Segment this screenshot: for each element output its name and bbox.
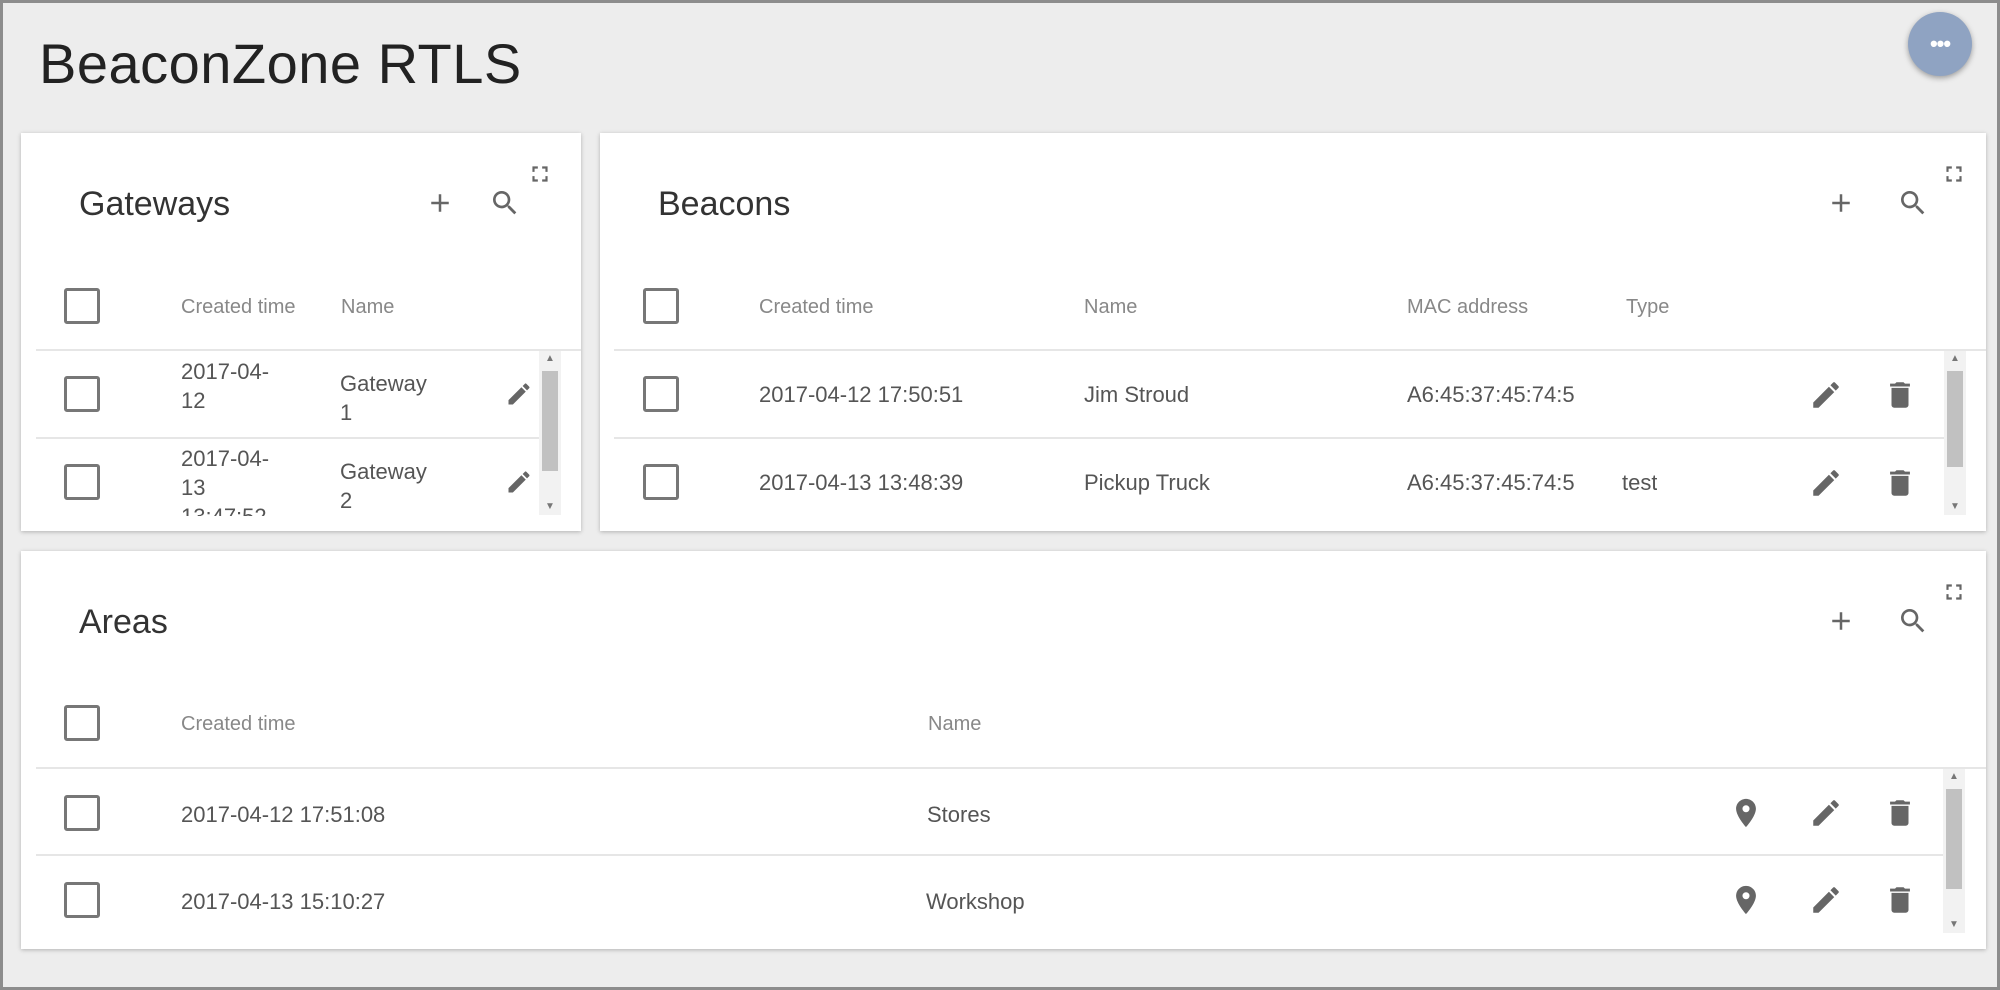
gateways-row-name: Gateway 1 (340, 371, 427, 425)
beacons-row-name: Jim Stroud (1084, 382, 1190, 407)
beacons-fullscreen-button[interactable] (1939, 159, 1969, 189)
beacons-header-mac[interactable]: MAC address (1407, 296, 1528, 319)
areas-scrollbar[interactable]: ▲ ▼ (1943, 769, 1965, 933)
gateways-row-checkbox[interactable] (64, 464, 100, 500)
beacons-row-name: Pickup Truck (1084, 470, 1210, 495)
pencil-icon[interactable] (505, 465, 533, 499)
gateways-header-created[interactable]: Created time (181, 296, 297, 319)
pencil-icon[interactable] (1809, 465, 1843, 501)
fullscreen-icon (1946, 584, 1962, 600)
plus-icon (431, 194, 449, 212)
gateways-select-all-checkbox[interactable] (64, 288, 100, 324)
fullscreen-icon (1946, 166, 1962, 182)
trash-icon[interactable] (1883, 375, 1917, 415)
beacons-select-all-checkbox[interactable] (643, 288, 679, 324)
fullscreen-icon (532, 166, 548, 182)
areas-add-button[interactable] (1819, 599, 1863, 643)
beacons-header-name[interactable]: Name (1084, 296, 1137, 319)
beacons-row-type: test (1622, 470, 1658, 495)
beacons-title: Beacons (658, 185, 791, 223)
pencil-icon[interactable] (1809, 882, 1843, 918)
areas-fullscreen-button[interactable] (1939, 577, 1969, 607)
map-pin-icon[interactable] (1729, 795, 1763, 831)
more-menu-button[interactable]: ••• (1908, 12, 1972, 76)
areas-row-name: Workshop (926, 889, 1025, 914)
trash-icon[interactable] (1883, 793, 1917, 833)
beacons-row-created: 2017-04-12 17:50:51 (759, 382, 964, 407)
gateways-row-created: 2017-04-12 17:49:36 (181, 359, 270, 413)
gateways-card: Gateways Created time Name 2017-04-12 17… (21, 133, 581, 531)
beacons-header-type[interactable]: Type (1626, 296, 1669, 319)
gateways-add-button[interactable] (418, 181, 462, 225)
plus-icon (1832, 612, 1850, 630)
search-icon (1901, 191, 1925, 215)
beacons-header-created[interactable]: Created time (759, 296, 874, 319)
beacons-add-button[interactable] (1819, 181, 1863, 225)
beacons-row-mac: A6:45:37:45:74:5 (1407, 470, 1575, 495)
gateways-title: Gateways (79, 185, 231, 223)
search-icon (1901, 609, 1925, 633)
beacons-search-button[interactable] (1891, 181, 1935, 225)
search-icon (493, 191, 517, 215)
areas-card: Areas Created time Name 2017-04-12 17:51… (21, 551, 1986, 949)
gateways-scrollbar[interactable]: ▲ ▼ (539, 351, 561, 515)
pencil-icon[interactable] (505, 377, 533, 411)
gateways-row-name: Gateway 2 (340, 459, 427, 513)
areas-header-created[interactable]: Created time (181, 713, 296, 736)
trash-icon[interactable] (1883, 463, 1917, 503)
gateways-header-name[interactable]: Name (341, 296, 394, 319)
areas-header-name[interactable]: Name (928, 713, 981, 736)
areas-row-created: 2017-04-12 17:51:08 (181, 802, 386, 827)
map-pin-icon[interactable] (1729, 882, 1763, 918)
pencil-icon[interactable] (1809, 795, 1843, 831)
areas-title: Areas (79, 603, 168, 641)
areas-search-button[interactable] (1891, 599, 1935, 643)
gateways-search-button[interactable] (483, 181, 527, 225)
beacons-row-checkbox[interactable] (643, 464, 679, 500)
pencil-icon[interactable] (1809, 377, 1843, 413)
plus-icon (1832, 194, 1850, 212)
areas-row-checkbox[interactable] (64, 882, 100, 918)
beacons-row-checkbox[interactable] (643, 376, 679, 412)
beacons-row-created: 2017-04-13 13:48:39 (759, 470, 964, 495)
page-title: BeaconZone RTLS (39, 32, 522, 95)
gateways-fullscreen-button[interactable] (525, 159, 555, 189)
more-horiz-icon: ••• (1929, 31, 1951, 56)
gateways-row-created: 2017-04-13 13:47:52 (181, 446, 270, 516)
beacons-scrollbar[interactable]: ▲ ▼ (1944, 351, 1966, 515)
areas-row-name: Stores (927, 802, 991, 827)
beacons-card: Beacons Created time Name MAC address Ty… (600, 133, 1986, 531)
areas-select-all-checkbox[interactable] (64, 705, 100, 741)
gateways-row-checkbox[interactable] (64, 376, 100, 412)
beacons-row-mac: A6:45:37:45:74:5 (1407, 382, 1575, 407)
trash-icon[interactable] (1883, 880, 1917, 920)
areas-row-created: 2017-04-13 15:10:27 (181, 889, 386, 914)
areas-row-checkbox[interactable] (64, 795, 100, 831)
